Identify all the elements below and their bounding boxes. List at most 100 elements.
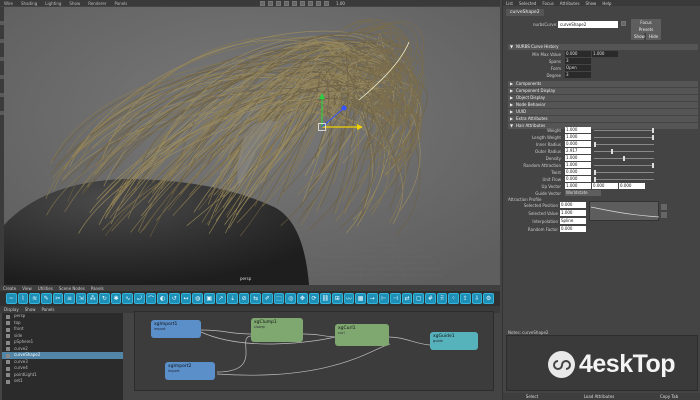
rotate-icon[interactable]: ⟳ <box>308 293 320 304</box>
ae-tab-curveshape[interactable]: curveShape2 <box>506 9 544 16</box>
ae-shape-name-field[interactable]: curveShape2 <box>558 21 618 28</box>
shaded-icon[interactable] <box>284 0 289 6</box>
outliner-menu-show[interactable]: Show <box>25 307 36 312</box>
up-vector-z[interactable]: 0.000 <box>619 183 645 189</box>
attr-value-field-2[interactable]: 1.000 <box>592 51 618 57</box>
attr-slider[interactable] <box>594 129 654 131</box>
grid-icon[interactable] <box>268 0 273 6</box>
ramp-icon[interactable]: ▦ <box>355 293 366 304</box>
wireframe-icon[interactable] <box>276 0 281 6</box>
shelf-tab-utilities[interactable]: Utilities <box>38 286 53 291</box>
grid-icon[interactable]: # <box>425 293 436 304</box>
graph-node[interactable]: xgClump1 clump <box>251 318 303 342</box>
guide-vector-dropdown[interactable]: Worldstate <box>565 190 601 196</box>
menu-item-panels[interactable]: Panels <box>114 1 127 6</box>
group-icon[interactable]: ⊞ <box>331 293 343 304</box>
curl-icon[interactable]: ↻ <box>99 293 110 304</box>
presets-button[interactable]: Presets <box>631 26 661 33</box>
ae-menu-focus[interactable]: Focus <box>542 1 553 6</box>
camera-icon[interactable] <box>260 0 265 6</box>
section-node-behavior[interactable]: ▶ Node Behavior <box>508 102 698 108</box>
attr-value-field[interactable]: Open <box>565 65 591 71</box>
spray-icon[interactable]: ⁘ <box>448 293 459 304</box>
comb-icon[interactable]: ≡ <box>64 293 75 304</box>
cut-icon[interactable]: ✂ <box>52 293 64 304</box>
outliner-menu-panels[interactable]: Panels <box>42 307 55 312</box>
menu-item-lighting[interactable]: Lighting <box>45 1 61 6</box>
ae-menu-show[interactable]: Show <box>586 1 597 6</box>
xray-icon[interactable] <box>316 0 321 6</box>
section-components[interactable]: ▶ Components <box>508 81 698 87</box>
settings-icon[interactable]: ⚙ <box>483 293 494 304</box>
clump-icon[interactable]: ⁂ <box>87 293 99 304</box>
ramp-close-icon[interactable] <box>661 212 667 218</box>
attr-value-field[interactable]: 2.917 <box>565 148 591 154</box>
export-icon[interactable]: ⇪ <box>459 293 471 304</box>
isolate-icon[interactable] <box>324 0 329 6</box>
attr-slider[interactable] <box>594 178 654 180</box>
attr-slider[interactable] <box>594 171 654 173</box>
frame-icon[interactable]: ▢ <box>413 293 425 304</box>
tube-icon[interactable]: ◎ <box>285 293 297 304</box>
density-icon[interactable]: ⠿ <box>436 293 448 304</box>
attr-value-field[interactable]: 0.000 <box>560 226 586 232</box>
bend-icon[interactable]: ⌒ <box>145 293 157 304</box>
shadow-icon[interactable] <box>308 0 313 6</box>
attr-value-field[interactable]: Spline <box>560 218 586 224</box>
grow-icon[interactable]: ↗ <box>215 293 227 304</box>
graph-node[interactable]: xgImport2 import <box>165 362 215 380</box>
load-attributes-button[interactable]: Load Attributes <box>584 394 615 399</box>
menu-item-wire[interactable]: Wire <box>4 1 13 6</box>
outliner-row[interactable]: set1 <box>2 378 123 385</box>
status-value[interactable]: 1.00 <box>336 1 345 6</box>
link-icon[interactable]: ⛓ <box>320 293 331 304</box>
shelf-tab-panels[interactable]: Panels <box>91 286 104 291</box>
noise-icon[interactable]: ∿ <box>122 293 134 304</box>
hair-icon[interactable]: ≋ <box>29 293 40 304</box>
ae-menu-help[interactable]: Help <box>602 1 611 6</box>
import-icon[interactable]: ⇩ <box>471 293 483 304</box>
graph-node[interactable]: xgGuide1 guide <box>430 332 478 350</box>
slider-handle[interactable] <box>652 134 654 140</box>
twist-icon[interactable]: ⤾ <box>134 293 145 304</box>
up-vector-y[interactable]: 0.000 <box>592 183 618 189</box>
select-icon[interactable]: ⬚ <box>273 293 285 304</box>
attr-value-field[interactable]: 1.000 <box>565 127 591 133</box>
menu-item-show[interactable]: Show <box>69 1 80 6</box>
light-icon[interactable] <box>300 0 305 6</box>
slider-handle[interactable] <box>652 127 654 133</box>
sculpt-icon[interactable]: ◐ <box>157 293 168 304</box>
slider-handle[interactable] <box>594 141 596 147</box>
attr-value-field[interactable]: 1.000 <box>560 210 586 216</box>
shelf-tab-view[interactable]: View <box>22 286 32 291</box>
menu-item-shading[interactable]: Shading <box>21 1 37 6</box>
slider-handle[interactable] <box>594 169 596 175</box>
attr-value-field[interactable]: 0.000 <box>565 141 591 147</box>
slider-handle[interactable] <box>611 148 614 154</box>
shelf-tab-create[interactable]: Create <box>3 286 16 291</box>
scale-icon[interactable]: ⇲ <box>75 293 87 304</box>
select-button[interactable]: Select <box>526 394 538 399</box>
graph-node[interactable]: xgCurl1 curl <box>335 324 389 346</box>
node-editor[interactable]: xgImport1 import xgImport2 import xgClump1 cl… <box>134 311 494 391</box>
attraction-ramp[interactable] <box>589 201 660 221</box>
ae-shape-arrow-icon[interactable] <box>621 21 626 26</box>
menu-item-renderer[interactable]: Renderer <box>88 1 106 6</box>
attr-value-field[interactable]: 1.000 <box>565 134 591 140</box>
frizz-icon[interactable]: ✱ <box>110 293 122 304</box>
section-extra-attributes[interactable]: ▶ Extra Attributes <box>508 116 698 122</box>
curve-icon[interactable]: ⌇ <box>17 293 29 304</box>
texture-icon[interactable] <box>292 0 297 6</box>
attr-slider[interactable] <box>594 136 654 138</box>
cut-end-icon[interactable]: ⊢ <box>378 293 390 304</box>
section-history[interactable]: ▼ NURBS Curve History <box>508 44 698 50</box>
focus-button[interactable]: Focus <box>631 19 661 26</box>
copy-tab-button[interactable]: Copy Tab <box>660 394 678 399</box>
ramp-expand-icon[interactable] <box>661 204 667 210</box>
graph-node[interactable]: xgImport1 import <box>151 320 201 338</box>
shelf-tab-scene-nodes[interactable]: Scene Nodes <box>59 286 85 291</box>
attr-value-field[interactable]: 3 <box>565 58 591 64</box>
section-component-display[interactable]: ▶ Component Display <box>508 88 698 94</box>
wire-icon[interactable]: 〰 <box>343 293 355 304</box>
paint-icon[interactable]: ✐ <box>262 293 273 304</box>
